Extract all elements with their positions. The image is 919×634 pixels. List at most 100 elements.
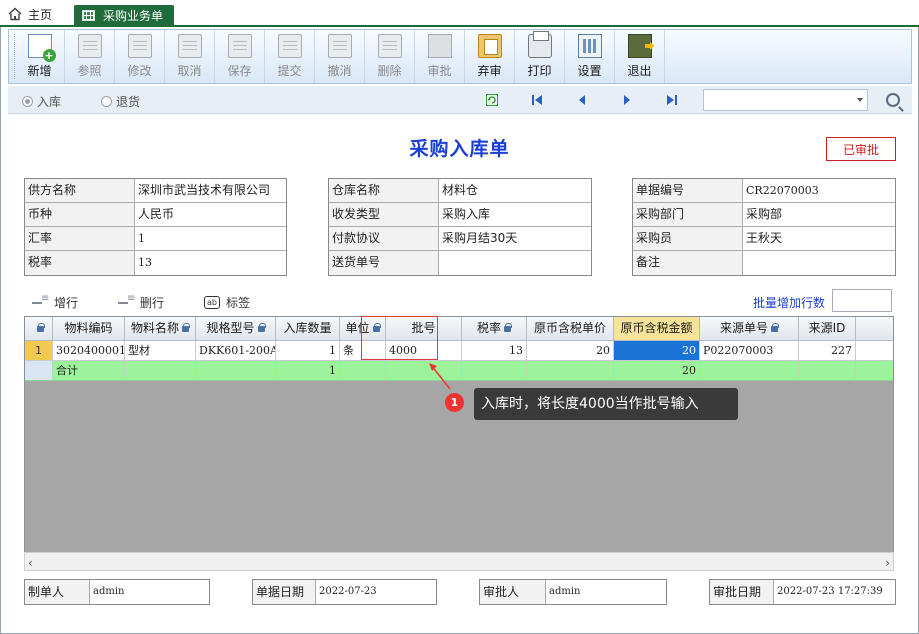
radio-return-dot[interactable]	[101, 96, 112, 107]
department-label: 采购部门	[633, 203, 743, 226]
cell-amount[interactable]: 20	[614, 341, 700, 361]
unapprove-button[interactable]: 弃审	[465, 30, 515, 83]
currency-label: 币种	[25, 203, 135, 226]
grid-horizontal-scrollbar[interactable]: ‹ ›	[24, 552, 894, 571]
col-material-name[interactable]: 物料名称	[125, 317, 196, 341]
remark-field[interactable]	[743, 251, 895, 275]
form-row-tax-rate: 税率 13	[25, 251, 286, 275]
exchange-rate-field[interactable]: 1	[135, 227, 286, 250]
col-spec[interactable]: 规格型号	[196, 317, 276, 341]
revoke-button[interactable]: 撤消	[315, 30, 365, 83]
lock-icon	[504, 322, 512, 332]
submit-button[interactable]: 提交	[265, 30, 315, 83]
tax-rate-label: 税率	[25, 251, 135, 275]
doc-date-field[interactable]: 2022-07-23	[316, 580, 436, 604]
edit-button[interactable]: 修改	[115, 30, 165, 83]
save-button[interactable]: 保存	[215, 30, 265, 83]
sum-empty	[799, 361, 856, 381]
scroll-left-icon[interactable]: ‹	[28, 556, 33, 570]
exit-button[interactable]: 退出	[615, 30, 665, 83]
refresh-icon[interactable]	[486, 94, 498, 106]
radio-inbound-dot[interactable]	[22, 96, 33, 107]
radio-return[interactable]: 退货	[101, 93, 140, 110]
cell-material-name[interactable]: 型材	[125, 341, 196, 361]
delete-row-button[interactable]: 删行	[118, 293, 164, 311]
print-button[interactable]: 打印	[515, 30, 565, 83]
approve-date-field[interactable]: 2022-07-23 17:27:39	[774, 580, 895, 604]
col-material-code[interactable]: 物料编码	[53, 317, 125, 341]
cell-material-code[interactable]: 3020400001	[53, 341, 125, 361]
maker-label: 制单人	[25, 580, 90, 604]
currency-field[interactable]: 人民币	[135, 203, 286, 226]
reference-button[interactable]: 参照	[65, 30, 115, 83]
cell-spec[interactable]: DKK601-200A	[196, 341, 276, 361]
form-row-department: 采购部门 采购部	[633, 203, 895, 227]
department-field[interactable]: 采购部	[743, 203, 895, 226]
scroll-right-icon[interactable]: ›	[885, 556, 890, 570]
doc-no-field[interactable]: CR22070003	[743, 179, 895, 202]
chevron-down-icon[interactable]	[857, 98, 863, 102]
transaction-type-field[interactable]: 采购入库	[439, 203, 591, 226]
col-source-no[interactable]: 来源单号	[700, 317, 799, 341]
search-icon[interactable]	[886, 93, 900, 107]
reference-icon	[77, 34, 102, 58]
delete-button[interactable]: 删除	[365, 30, 415, 83]
table-row[interactable]: 1 3020400001 型材 DKK601-200A 1 条 4000 13 …	[25, 341, 893, 361]
sum-amount: 20	[614, 361, 700, 381]
cancel-button-label: 取消	[177, 64, 202, 78]
tag-button[interactable]: ab 标签	[204, 294, 250, 311]
col-source-no-label: 来源单号	[719, 321, 768, 335]
supplier-field[interactable]: 深圳市武当技术有限公司	[135, 179, 286, 202]
payment-terms-field[interactable]: 采购月结30天	[439, 227, 591, 250]
col-tax-rate[interactable]: 税率	[462, 317, 527, 341]
col-batch-no[interactable]: 批号	[386, 317, 462, 341]
cancel-button[interactable]: 取消	[165, 30, 215, 83]
first-record-icon[interactable]	[531, 94, 543, 106]
revoke-icon	[327, 34, 352, 58]
tab-purchase-doc[interactable]: 采购业务单	[74, 5, 174, 26]
sum-empty	[527, 361, 614, 381]
settings-button-label: 设置	[577, 64, 602, 78]
cell-unit-price[interactable]: 20	[527, 341, 614, 361]
radio-inbound[interactable]: 入库	[22, 93, 61, 110]
warehouse-field[interactable]: 材料仓	[439, 179, 591, 202]
maker-field[interactable]: admin	[90, 580, 209, 604]
add-row-button[interactable]: 增行	[32, 293, 78, 311]
approve-date-label: 审批日期	[710, 580, 774, 604]
cell-source-no[interactable]: P022070003	[700, 341, 799, 361]
payment-terms-label: 付款协议	[329, 227, 439, 250]
col-amount[interactable]: 原币含税金额	[614, 317, 700, 341]
form-row-doc-no: 单据编号 CR22070003	[633, 179, 895, 203]
col-unit[interactable]: 单位	[340, 317, 386, 341]
previous-record-icon[interactable]	[576, 94, 588, 106]
sum-empty	[125, 361, 196, 381]
grid-header: 物料编码 物料名称 规格型号 入库数量 单位 批号 税率 原币含税单价 原币含税…	[25, 317, 893, 341]
next-record-icon[interactable]	[621, 94, 633, 106]
row-number[interactable]: 1	[25, 341, 53, 361]
tab-home[interactable]: 主页	[8, 4, 52, 24]
buyer-field[interactable]: 王秋天	[743, 227, 895, 250]
approve-button-label: 审批	[427, 64, 452, 78]
row-header-lock	[25, 317, 53, 341]
record-search-combo[interactable]	[703, 89, 868, 111]
approver-field[interactable]: admin	[546, 580, 666, 604]
cell-source-id[interactable]: 227	[799, 341, 856, 361]
cell-qty[interactable]: 1	[276, 341, 340, 361]
col-source-id[interactable]: 来源ID	[799, 317, 856, 341]
approve-button[interactable]: 审批	[415, 30, 465, 83]
settings-button[interactable]: 设置	[565, 30, 615, 83]
last-record-icon[interactable]	[666, 94, 678, 106]
new-button[interactable]: 新增	[15, 30, 65, 83]
delivery-no-field[interactable]	[439, 251, 591, 275]
submit-icon	[277, 34, 302, 58]
cell-unit[interactable]: 条	[340, 341, 386, 361]
cell-batch-no[interactable]: 4000	[386, 341, 462, 361]
lock-icon	[182, 322, 190, 332]
cell-tax-rate[interactable]: 13	[462, 341, 527, 361]
tax-rate-field[interactable]: 13	[135, 251, 286, 275]
col-unit-price[interactable]: 原币含税单价	[527, 317, 614, 341]
col-qty[interactable]: 入库数量	[276, 317, 340, 341]
warehouse-info-form: 仓库名称 材料仓 收发类型 采购入库 付款协议 采购月结30天 送货单号	[328, 178, 592, 276]
batch-add-count-input[interactable]	[832, 289, 892, 312]
save-button-label: 保存	[227, 64, 252, 78]
